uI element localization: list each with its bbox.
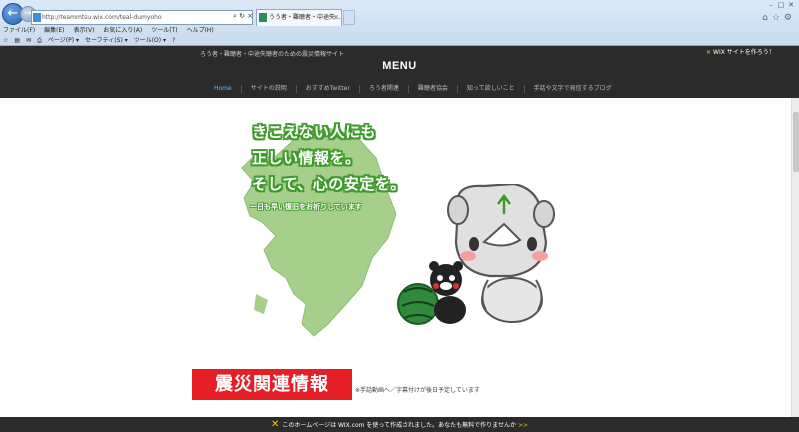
favorites-icon[interactable]: ☆ xyxy=(3,36,8,46)
address-text: http://teammtsu.wix.com/teal-dumyoho xyxy=(42,14,162,21)
wix-logo-icon: ✕ xyxy=(706,49,712,56)
window-controls: – □ ✕ xyxy=(766,0,796,12)
mail-icon[interactable]: ✉ xyxy=(26,36,31,46)
maximize-icon[interactable]: □ xyxy=(776,0,786,10)
new-tab-button[interactable] xyxy=(343,10,355,25)
address-bar[interactable]: http://teammtsu.wix.com/teal-dumyoho xyxy=(31,10,253,25)
hero-subtitle: 一日も早い復旧をお祈りしています xyxy=(250,203,362,211)
menu-bar: ファイル(F) 編集(E) 表示(V) お気に入り(A) ツール(T) ヘルプ(… xyxy=(0,26,300,36)
menu-view[interactable]: 表示(V) xyxy=(74,26,95,36)
cmd-page[interactable]: ページ(P) ▾ xyxy=(48,36,79,46)
site-nav: Home サイトの説明 おすすめTwitter ろう者関連 難聴者協会 知って欲… xyxy=(205,85,621,93)
command-bar: ☆ ▤ ✉ ⎙ ページ(P) ▾ セーフティ(S) ▾ ツール(O) ▾ ? xyxy=(0,36,300,46)
toolbar-icons: ⌂☆⚙ xyxy=(762,13,796,23)
close-window-icon[interactable]: ✕ xyxy=(786,0,796,10)
feeds-icon[interactable]: ▤ xyxy=(14,36,20,46)
home-icon[interactable]: ⌂ xyxy=(762,13,772,23)
nav-please-know[interactable]: 知って欲しいこと xyxy=(456,85,524,93)
wix-create-link[interactable]: ✕ WIX サイトを作ろう！ xyxy=(706,47,775,56)
wix-footer-text: このホームページは WIX.com を使って作成されました。あなたも無料で作りま… xyxy=(282,422,516,429)
scrollbar[interactable] xyxy=(791,98,799,418)
menu-tools[interactable]: ツール(T) xyxy=(151,26,177,36)
menu-edit[interactable]: 編集(E) xyxy=(44,26,64,36)
scrollbar-thumb[interactable] xyxy=(793,112,799,172)
help-icon[interactable]: ? xyxy=(172,36,175,46)
menu-title: MENU xyxy=(382,60,417,72)
tab-close-icon[interactable]: × xyxy=(333,10,339,25)
menu-favorites[interactable]: お気に入り(A) xyxy=(103,26,142,36)
menu-file[interactable]: ファイル(F) xyxy=(3,26,35,36)
favorites-star-icon[interactable]: ☆ xyxy=(772,13,784,23)
cmd-safety[interactable]: セーフティ(S) ▾ xyxy=(85,36,128,46)
hero-line-1: きこえない人にも xyxy=(252,123,377,141)
browser-chrome: ← → http://teammtsu.wix.com/teal-dumyoho… xyxy=(0,0,799,46)
mascot-illustration xyxy=(397,184,555,325)
site-favicon-icon xyxy=(33,13,41,22)
print-icon[interactable]: ⎙ xyxy=(37,36,42,46)
disaster-info-note: ※手話動画へ／字幕付けが後日予定しています xyxy=(355,387,480,394)
site-tagline: ろう者・難聴者・中途失聴者のための震災情報サイト xyxy=(200,51,345,58)
settings-gear-icon[interactable]: ⚙ xyxy=(784,13,796,23)
site-header: ろう者・難聴者・中途失聴者のための震災情報サイト ✕ WIX サイトを作ろう！ M… xyxy=(0,46,799,98)
disaster-info-banner[interactable]: 震災関連情報 xyxy=(192,369,352,400)
wix-footer-arrow: >> xyxy=(517,422,529,429)
wix-logo-icon: ✕ xyxy=(270,419,280,430)
minimize-icon[interactable]: – xyxy=(766,0,776,10)
cmd-tools[interactable]: ツール(O) ▾ xyxy=(134,36,166,46)
address-tools: ⌕ ↻ × xyxy=(233,12,253,21)
nav-hoh-association[interactable]: 難聴者協会 xyxy=(407,85,457,93)
nav-sign-blog[interactable]: 手話や文字で発信するブログ xyxy=(523,85,621,93)
tab-title: うう者・難聴者・中途失... xyxy=(269,14,341,21)
nav-twitter[interactable]: おすすめTwitter xyxy=(295,85,359,93)
hero-line-2: 正しい情報を。 xyxy=(252,149,361,167)
wix-footer-bar[interactable]: ✕ このホームページは WIX.com を使って作成されました。あなたも無料で作り… xyxy=(0,417,799,432)
tab-favicon-icon xyxy=(259,13,267,22)
hero-line-3: そして、心の安定を。 xyxy=(252,175,406,193)
nav-about[interactable]: サイトの説明 xyxy=(240,85,296,93)
menu-help[interactable]: ヘルプ(H) xyxy=(187,26,214,36)
search-icon[interactable]: ⌕ xyxy=(233,12,237,20)
wix-create-label: WIX サイトを作ろう！ xyxy=(713,49,775,56)
stop-icon[interactable]: × xyxy=(247,12,253,20)
nav-home[interactable]: Home xyxy=(205,85,241,93)
nav-deaf[interactable]: ろう者関連 xyxy=(358,85,408,93)
tab-active[interactable]: うう者・難聴者・中途失... × xyxy=(256,9,342,26)
refresh-icon[interactable]: ↻ xyxy=(239,12,245,20)
